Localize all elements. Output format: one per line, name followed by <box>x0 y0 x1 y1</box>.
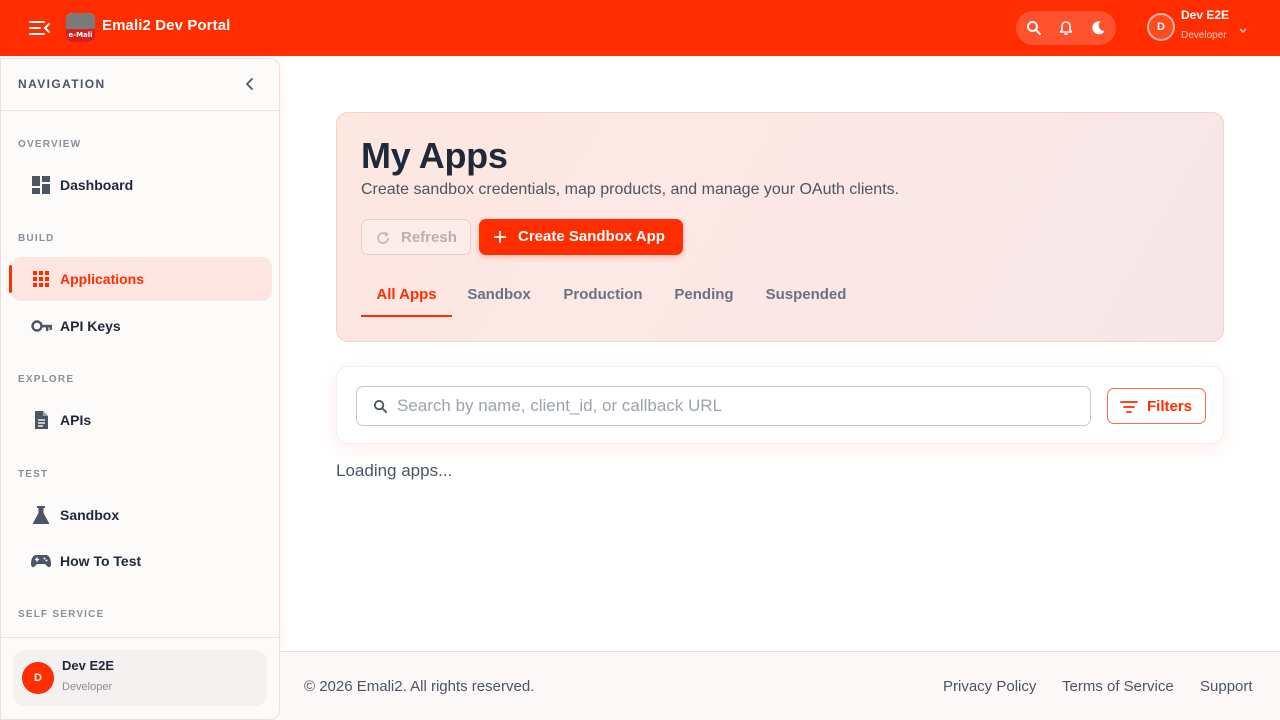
user-name: Dev E2E <box>1181 8 1230 22</box>
filter-icon <box>1120 400 1138 414</box>
user-role: Developer <box>62 681 113 693</box>
tab-production[interactable]: Production <box>561 273 645 317</box>
bell-icon[interactable] <box>1058 20 1074 36</box>
dashboard-icon <box>31 175 51 195</box>
flask-icon <box>31 505 51 525</box>
sidebar-header: NAVIGATION <box>1 59 279 111</box>
search-icon[interactable] <box>1026 20 1042 36</box>
sidebar-item-sandbox[interactable]: Sandbox <box>11 493 272 537</box>
sidebar-item-label: Applications <box>60 271 145 287</box>
copyright-text: © 2026 Emali2. All rights reserved. <box>304 678 535 695</box>
sidebar-item-label: How To Test <box>60 553 142 569</box>
section-label-build: BUILD <box>18 233 55 244</box>
user-menu[interactable]: D Dev E2E Developer <box>1146 8 1256 44</box>
sidebar-item-label: APIs <box>60 412 92 428</box>
sidebar-item-apis[interactable]: APIs <box>11 398 272 442</box>
create-sandbox-app-label: Create Sandbox App <box>518 228 665 245</box>
moon-icon[interactable] <box>1090 20 1106 36</box>
page-subtitle: Create sandbox credentials, map products… <box>361 181 900 198</box>
filters-button[interactable]: Filters <box>1107 388 1206 424</box>
app-title[interactable]: Emali2 Dev Portal <box>102 17 230 34</box>
menu-collapse-icon[interactable] <box>28 18 54 38</box>
gamepad-icon <box>31 551 51 571</box>
support-link[interactable]: Support <box>1200 678 1253 695</box>
avatar: D <box>22 662 54 694</box>
page-title: My Apps <box>361 135 508 176</box>
sidebar-user-card[interactable]: D Dev E2E Developer <box>13 650 267 706</box>
grid-icon <box>31 269 51 289</box>
sidebar-item-how-to-test[interactable]: How To Test <box>11 539 272 583</box>
search-input[interactable] <box>397 391 1077 421</box>
sidebar-item-label: Dashboard <box>60 177 134 193</box>
page-header-card: My Apps Create sandbox credentials, map … <box>336 112 1224 342</box>
tab-sandbox[interactable]: Sandbox <box>465 273 533 317</box>
sidebar-item-api-keys[interactable]: API Keys <box>11 304 272 348</box>
app-logo[interactable]: e-Mali <box>66 13 95 42</box>
privacy-policy-link[interactable]: Privacy Policy <box>943 678 1036 695</box>
filters-label: Filters <box>1147 398 1193 415</box>
user-role: Developer <box>1181 30 1227 41</box>
tab-pending[interactable]: Pending <box>671 273 737 317</box>
document-icon <box>31 410 51 430</box>
search-card: Filters <box>336 366 1224 444</box>
sidebar-item-label: API Keys <box>60 318 121 334</box>
sidebar-title: NAVIGATION <box>18 77 106 91</box>
avatar: D <box>1147 13 1175 41</box>
user-name: Dev E2E <box>62 658 115 673</box>
header-actions <box>1016 11 1116 45</box>
sidebar-item-applications[interactable]: Applications <box>9 257 272 301</box>
create-sandbox-app-button[interactable]: Create Sandbox App <box>479 219 683 255</box>
plus-icon <box>493 230 507 244</box>
sidebar-item-dashboard[interactable]: Dashboard <box>11 163 272 207</box>
chevron-down-icon <box>1238 22 1248 33</box>
section-label-explore: EXPLORE <box>18 374 75 385</box>
tab-all-apps[interactable]: All Apps <box>361 273 452 317</box>
section-label-test: TEST <box>18 469 49 480</box>
section-label-self-service: SELF SERVICE <box>18 609 105 620</box>
logo-text: e-Mali <box>66 29 95 42</box>
chevron-left-icon[interactable] <box>242 76 258 92</box>
section-label-overview: OVERVIEW <box>18 139 82 150</box>
key-icon <box>31 316 52 336</box>
sidebar-footer: D Dev E2E Developer <box>1 637 279 720</box>
sidebar-item-label: Sandbox <box>60 507 120 523</box>
refresh-icon <box>375 230 391 246</box>
sidebar: NAVIGATION OVERVIEW Dashboard BUILD Appl… <box>0 58 280 720</box>
search-icon <box>373 399 388 414</box>
refresh-label: Refresh <box>401 229 457 246</box>
terms-of-service-link[interactable]: Terms of Service <box>1062 678 1174 695</box>
page-footer: © 2026 Emali2. All rights reserved. Priv… <box>280 651 1280 720</box>
refresh-button[interactable]: Refresh <box>361 219 471 255</box>
top-bar: e-Mali Emali2 Dev Portal D Dev E2E Devel… <box>0 0 1280 56</box>
loading-status: Loading apps... <box>336 461 453 480</box>
tab-suspended[interactable]: Suspended <box>763 273 849 317</box>
search-field[interactable] <box>356 386 1091 426</box>
